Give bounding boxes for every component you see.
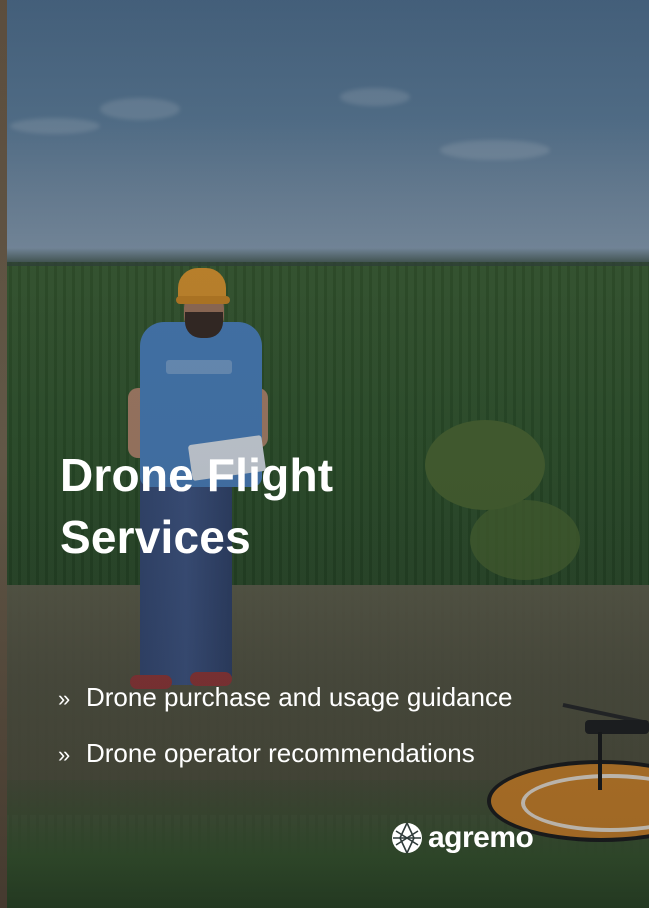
list-item-label: Drone operator recommendations — [86, 738, 475, 768]
brand-logo: agremo — [390, 820, 534, 856]
chevron-bullet-icon: » — [58, 742, 71, 767]
brand-name: agremo — [428, 821, 534, 854]
list-item-label: Drone purchase and usage guidance — [86, 682, 513, 712]
title-line-2: Services — [60, 511, 251, 563]
chevron-bullet-icon: » — [58, 686, 71, 711]
service-list: » Drone purchase and usage guidance » Dr… — [58, 670, 618, 782]
promo-card: Drone Flight Services » Drone purchase a… — [0, 0, 649, 908]
list-item: » Drone operator recommendations — [58, 726, 618, 782]
list-item: » Drone purchase and usage guidance — [58, 670, 618, 726]
title-line-1: Drone Flight — [60, 449, 334, 501]
agremo-globe-icon — [392, 822, 422, 854]
page-title: Drone Flight Services — [60, 444, 480, 568]
